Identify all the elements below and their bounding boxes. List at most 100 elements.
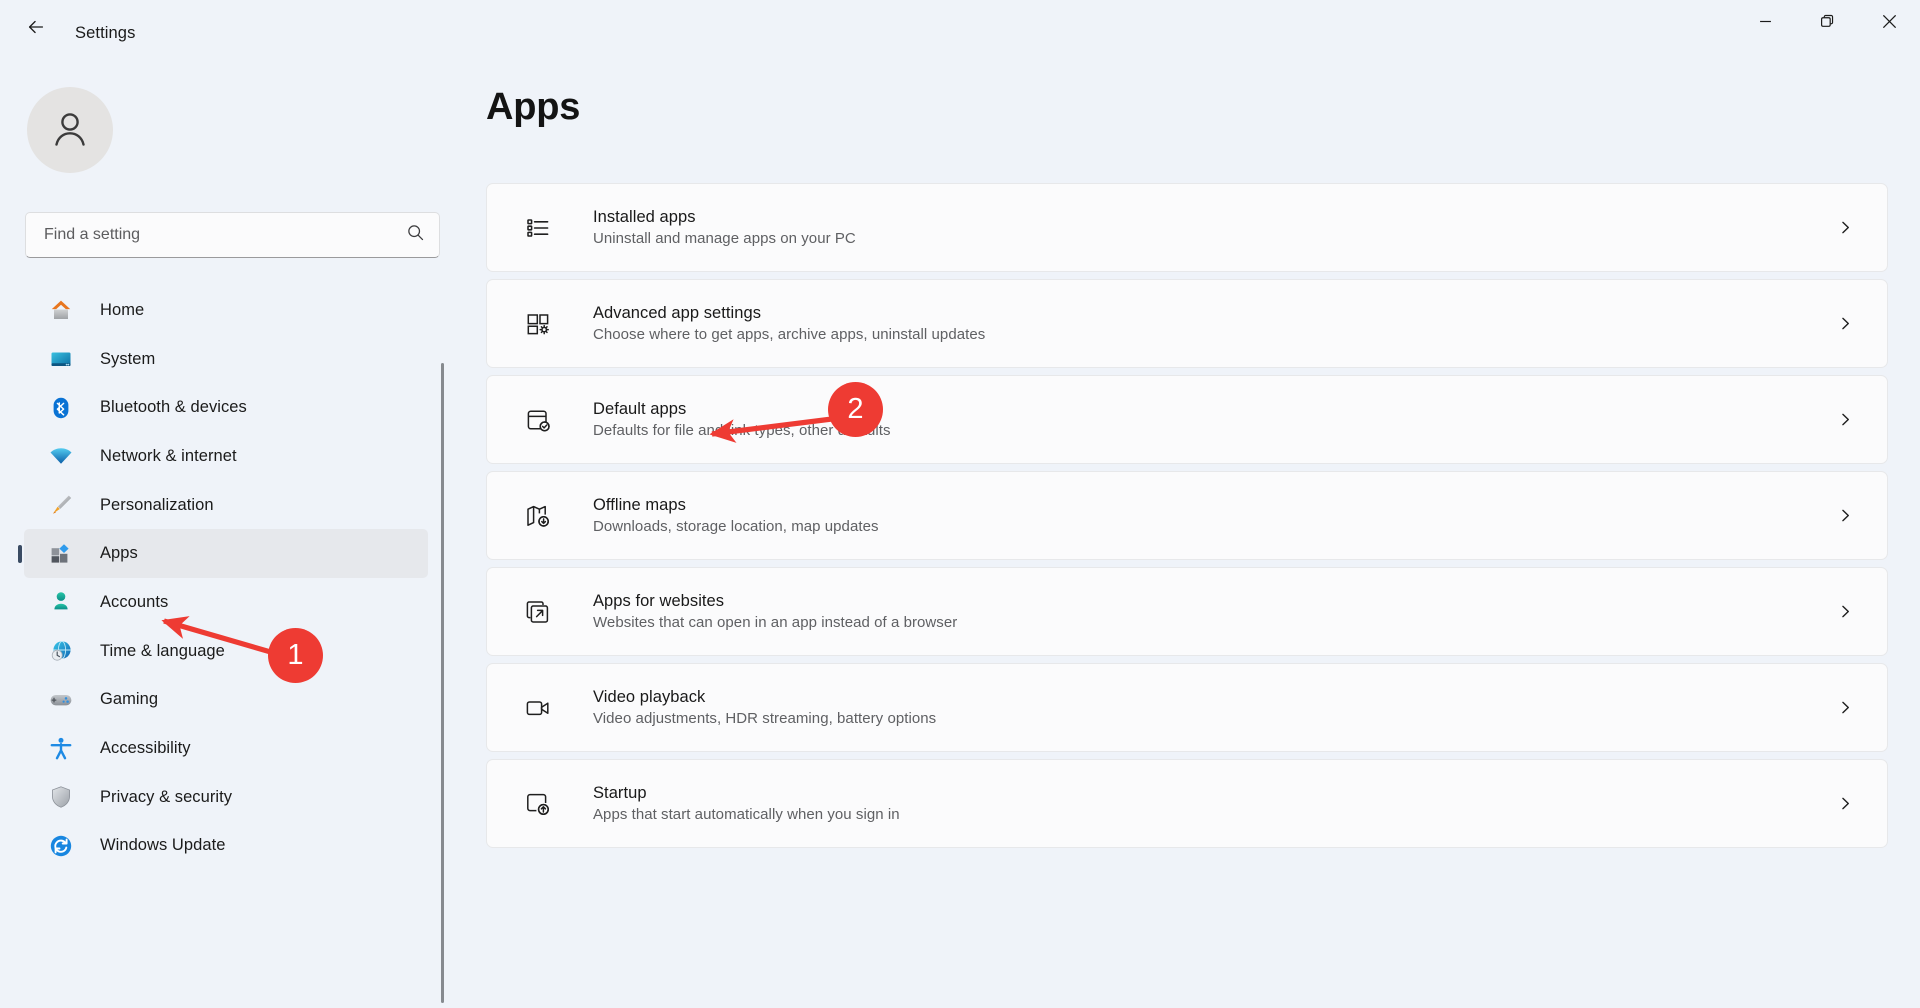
installed-apps-icon	[521, 211, 555, 245]
time-language-icon	[46, 636, 76, 666]
card-subtitle: Defaults for file and link types, other …	[593, 422, 891, 439]
sidebar-item-accounts[interactable]: Accounts	[24, 578, 428, 627]
apps-for-websites-icon	[521, 595, 555, 629]
sidebar-item-label: System	[100, 349, 156, 368]
card-title: Installed apps	[593, 208, 696, 226]
card-title: Video playback	[593, 688, 706, 706]
search-container	[25, 212, 440, 258]
card-offline-maps[interactable]: Offline maps Downloads, storage location…	[486, 471, 1888, 560]
card-startup[interactable]: Startup Apps that start automatically wh…	[486, 759, 1888, 848]
personalization-icon	[46, 490, 76, 520]
offline-maps-icon	[521, 499, 555, 533]
card-title: Startup	[593, 784, 647, 802]
sidebar-item-label: Time & language	[100, 641, 225, 660]
sidebar-item-system[interactable]: System	[24, 335, 428, 384]
card-installed-apps[interactable]: Installed apps Uninstall and manage apps…	[486, 183, 1888, 272]
main-content: Apps Installed apps Uninstall and manage…	[444, 58, 1920, 1008]
sidebar-item-label: Personalization	[100, 495, 214, 514]
window-controls	[1734, 0, 1920, 47]
card-subtitle: Websites that can open in an app instead…	[593, 614, 958, 631]
sidebar-nav: Home System Bluetooth & devices Network …	[0, 286, 444, 1008]
minimize-icon	[1759, 15, 1772, 33]
card-subtitle: Downloads, storage location, map updates	[593, 518, 879, 535]
sidebar-item-label: Windows Update	[100, 836, 226, 855]
network-icon	[46, 441, 76, 471]
card-title: Default apps	[593, 400, 687, 418]
sidebar-item-label: Privacy & security	[100, 787, 233, 806]
chevron-right-icon	[1833, 600, 1857, 624]
card-subtitle: Choose where to get apps, archive apps, …	[593, 326, 986, 343]
app-title: Settings	[75, 24, 136, 42]
card-advanced-app-settings[interactable]: Advanced app settings Choose where to ge…	[486, 279, 1888, 368]
sidebar-item-label: Gaming	[100, 690, 159, 709]
accessibility-icon	[46, 734, 76, 764]
sidebar-item-label: Bluetooth & devices	[100, 398, 247, 417]
sidebar-item-personalization[interactable]: Personalization	[24, 481, 428, 530]
sidebar: Home System	[0, 58, 444, 1008]
privacy-security-icon	[46, 782, 76, 812]
sidebar-item-label: Accessibility	[100, 739, 191, 758]
sidebar-item-windows-update[interactable]: Windows Update	[24, 822, 428, 871]
chevron-right-icon	[1833, 408, 1857, 432]
card-subtitle: Video adjustments, HDR streaming, batter…	[593, 710, 937, 727]
advanced-app-settings-icon	[521, 307, 555, 341]
page-title: Apps	[486, 86, 581, 128]
card-text: Apps for websites Websites that can open…	[593, 592, 1833, 631]
card-text: Default apps Defaults for file and link …	[593, 400, 1833, 439]
settings-card-list: Installed apps Uninstall and manage apps…	[486, 183, 1888, 855]
user-avatar-icon	[46, 104, 94, 157]
card-text: Installed apps Uninstall and manage apps…	[593, 208, 1833, 247]
chevron-right-icon	[1833, 696, 1857, 720]
card-text: Advanced app settings Choose where to ge…	[593, 304, 1833, 343]
card-title: Advanced app settings	[593, 304, 761, 322]
system-icon	[46, 344, 76, 374]
card-text: Startup Apps that start automatically wh…	[593, 784, 1833, 823]
chevron-right-icon	[1833, 312, 1857, 336]
video-playback-icon	[521, 691, 555, 725]
apps-icon	[46, 539, 76, 569]
sidebar-item-label: Apps	[100, 544, 138, 563]
chevron-right-icon	[1833, 216, 1857, 240]
sidebar-item-label: Home	[100, 300, 145, 319]
avatar[interactable]	[27, 87, 113, 173]
minimize-button[interactable]	[1734, 0, 1796, 47]
maximize-button[interactable]	[1796, 0, 1858, 47]
arrow-left-icon	[25, 16, 47, 43]
card-text: Offline maps Downloads, storage location…	[593, 496, 1833, 535]
search-box[interactable]	[25, 212, 440, 258]
restore-icon	[1820, 14, 1835, 34]
windows-update-icon	[46, 831, 76, 861]
card-title: Apps for websites	[593, 592, 725, 610]
sidebar-item-label: Accounts	[100, 592, 169, 611]
sidebar-item-privacy-security[interactable]: Privacy & security	[24, 773, 428, 822]
sidebar-item-home[interactable]: Home	[24, 286, 428, 335]
back-button[interactable]	[14, 11, 58, 47]
sidebar-item-accessibility[interactable]: Accessibility	[24, 724, 428, 773]
sidebar-item-time-language[interactable]: Time & language	[24, 627, 428, 676]
card-subtitle: Apps that start automatically when you s…	[593, 806, 900, 823]
search-icon	[406, 223, 425, 247]
card-apps-for-websites[interactable]: Apps for websites Websites that can open…	[486, 567, 1888, 656]
accounts-icon	[46, 587, 76, 617]
sidebar-item-gaming[interactable]: Gaming	[24, 676, 428, 725]
close-button[interactable]	[1858, 0, 1920, 47]
sidebar-item-apps[interactable]: Apps	[24, 529, 428, 579]
gaming-icon	[46, 685, 76, 715]
sidebar-item-bluetooth-devices[interactable]: Bluetooth & devices	[24, 383, 428, 432]
search-input[interactable]	[44, 226, 406, 244]
card-video-playback[interactable]: Video playback Video adjustments, HDR st…	[486, 663, 1888, 752]
title-bar: Settings	[0, 0, 1920, 58]
chevron-right-icon	[1833, 504, 1857, 528]
sidebar-item-label: Network & internet	[100, 446, 237, 465]
close-icon	[1882, 14, 1897, 34]
card-text: Video playback Video adjustments, HDR st…	[593, 688, 1833, 727]
bluetooth-icon	[46, 393, 76, 423]
sidebar-item-network-internet[interactable]: Network & internet	[24, 432, 428, 481]
card-subtitle: Uninstall and manage apps on your PC	[593, 230, 856, 247]
startup-icon	[521, 787, 555, 821]
home-icon	[46, 295, 76, 325]
card-title: Offline maps	[593, 496, 686, 514]
default-apps-icon	[521, 403, 555, 437]
card-default-apps[interactable]: Default apps Defaults for file and link …	[486, 375, 1888, 464]
chevron-right-icon	[1833, 792, 1857, 816]
